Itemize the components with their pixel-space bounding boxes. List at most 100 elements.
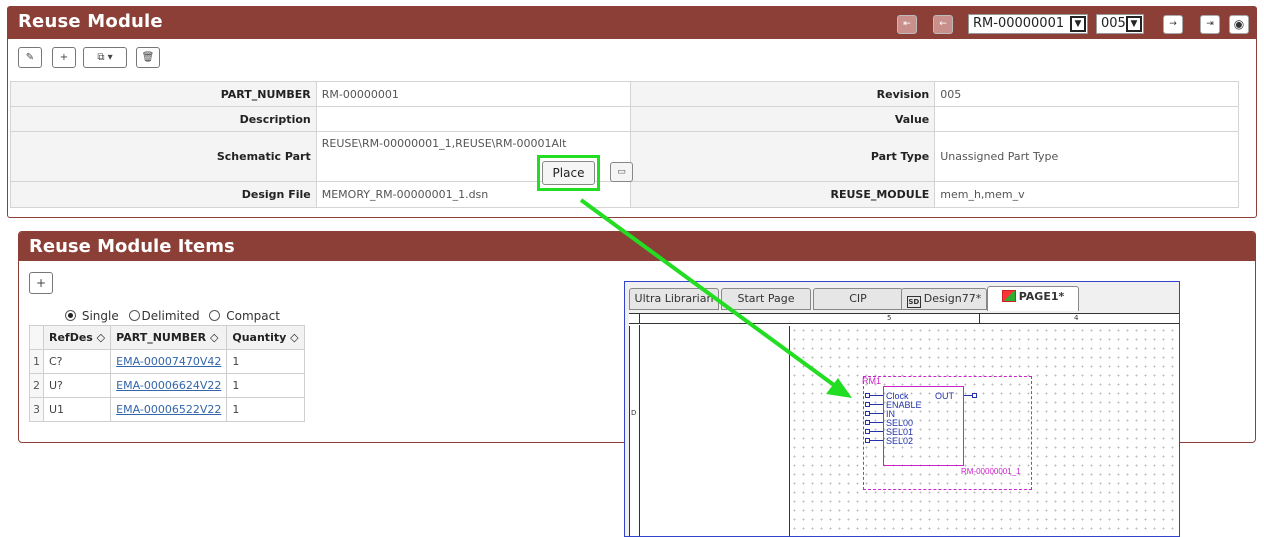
pencil-icon: ✎ xyxy=(25,52,35,63)
image-icon: ▭ xyxy=(617,167,626,177)
revision-select[interactable]: 005 ▼ xyxy=(1096,14,1144,34)
radio-delimited[interactable]: Delimited xyxy=(128,309,200,323)
table-row: Description Value xyxy=(10,106,1239,132)
part-number-select-value: RM-00000001 xyxy=(973,16,1065,31)
part-number-select[interactable]: RM-00000001 ▼ xyxy=(968,14,1088,34)
radio-unchecked-icon xyxy=(209,310,221,321)
ruler-label-4: 4 xyxy=(1074,314,1079,322)
edit-button[interactable]: ✎ xyxy=(18,47,42,68)
schematic-canvas[interactable]: 5 4 D RM1 Clock ENABLE IN SEL00 SEL01 SE… xyxy=(629,313,1179,536)
index-header xyxy=(29,325,44,350)
first-record-button[interactable]: ⇤ xyxy=(897,15,917,34)
revision-label: Revision xyxy=(629,81,936,107)
revision-select-value: 005 xyxy=(1101,16,1126,31)
quantity-cell: 1 xyxy=(226,373,305,398)
refdes-cell: U? xyxy=(42,373,112,398)
part-type-label: Part Type xyxy=(629,131,936,182)
radio-single-label: Single xyxy=(81,309,119,323)
copy-dropdown-button[interactable]: ⧉ ▾ xyxy=(83,47,127,68)
ruler: 5 4 xyxy=(629,314,1179,324)
radio-compact-label: Compact xyxy=(226,309,280,323)
copy-icon: ⧉ ▾ xyxy=(97,52,113,63)
part-number-link[interactable]: EMA-00006522V22 xyxy=(116,403,221,416)
display-mode-radios: Single Delimited Compact xyxy=(65,309,286,323)
tab-design77-label: Design77* xyxy=(923,292,982,305)
radio-delimited-label: Delimited xyxy=(141,309,200,323)
pin-line xyxy=(870,422,883,423)
pin-line xyxy=(964,395,972,396)
page-title: Reuse Module xyxy=(18,11,163,32)
ruler-tick xyxy=(639,314,640,324)
table-row: 1 C? EMA-00007470V42 1 xyxy=(29,349,305,374)
schematic-part-label: Schematic Part xyxy=(10,131,317,182)
design-icon: SD xyxy=(906,296,921,308)
prev-record-button[interactable]: ← xyxy=(933,15,953,34)
part-number-cell: EMA-00007470V42 xyxy=(110,349,228,374)
image-preview-button[interactable]: ▭ xyxy=(610,162,633,182)
items-table: RefDes ◇ PART_NUMBER ◇ Quantity ◇ 1 C? E… xyxy=(29,325,305,422)
next-record-button[interactable]: → xyxy=(1163,15,1183,34)
add-button[interactable]: + xyxy=(52,47,76,68)
part-type-value: Unassigned Part Type xyxy=(934,131,1239,182)
tab-design77[interactable]: SD Design77* xyxy=(901,288,987,310)
table-row: PART_NUMBER RM-00000001 Revision 005 xyxy=(10,81,1239,107)
page-icon xyxy=(1001,290,1016,302)
properties-table: PART_NUMBER RM-00000001 Revision 005 Des… xyxy=(10,81,1239,208)
items-panel-header: Reuse Module Items xyxy=(19,232,1255,261)
reuse-module-label: REUSE_MODULE xyxy=(629,181,936,208)
radio-single[interactable]: Single xyxy=(65,309,119,323)
row-index: 3 xyxy=(29,397,44,422)
refdes-cell: C? xyxy=(42,349,112,374)
part-number-cell: EMA-00006624V22 xyxy=(110,373,228,398)
ruler-label-d: D xyxy=(631,409,637,417)
tab-start-page[interactable]: Start Page xyxy=(721,288,811,310)
part-number-column-header[interactable]: PART_NUMBER ◇ xyxy=(110,325,228,350)
radio-unchecked-icon xyxy=(128,310,140,321)
delete-button[interactable]: 🗑 xyxy=(136,47,160,68)
panel-header: Reuse Module ⇤ ← RM-00000001 ▼ 005 ▼ → ⇥… xyxy=(8,7,1256,39)
tab-ultra-librarian[interactable]: Ultra Librarian xyxy=(629,288,719,310)
quantity-column-header[interactable]: Quantity ◇ xyxy=(226,325,305,350)
reuse-module-value: mem_h,mem_v xyxy=(934,181,1239,208)
part-number-link[interactable]: EMA-00007470V42 xyxy=(116,355,221,368)
design-file-label: Design File xyxy=(10,181,317,208)
description-value xyxy=(315,106,631,132)
revision-value: 005 xyxy=(934,81,1239,107)
part-number-link[interactable]: EMA-00006624V22 xyxy=(116,379,221,392)
add-item-button[interactable]: + xyxy=(29,272,53,294)
pin-label-sel02: SEL02 xyxy=(886,436,914,446)
pin-line xyxy=(870,440,883,441)
pin-icon xyxy=(972,393,977,398)
trash-icon: 🗑 xyxy=(141,52,155,63)
table-row: 3 U1 EMA-00006522V22 1 xyxy=(29,397,305,422)
chevron-down-icon: ▼ xyxy=(1126,16,1142,32)
value-value xyxy=(934,106,1239,132)
table-row: Design File MEMORY_RM-00000001_1.dsn REU… xyxy=(10,181,1239,208)
tab-page1[interactable]: PAGE1* xyxy=(987,286,1079,311)
border-line xyxy=(629,326,630,536)
ruler-tick xyxy=(979,314,980,324)
options-circle-button[interactable]: ◉ xyxy=(1229,15,1249,34)
row-index: 2 xyxy=(29,373,44,398)
schematic-window: Ultra Librarian Start Page CIP SD Design7… xyxy=(624,281,1180,537)
quantity-cell: 1 xyxy=(226,349,305,374)
tab-page1-label: PAGE1* xyxy=(1018,290,1065,303)
pin-line xyxy=(870,395,883,396)
radio-compact[interactable]: Compact xyxy=(209,309,280,323)
part-number-value: RM-00000001 xyxy=(315,81,631,107)
plus-icon: + xyxy=(59,52,69,63)
plus-icon: + xyxy=(35,276,47,290)
tab-cip[interactable]: CIP xyxy=(813,288,903,310)
radio-checked-icon xyxy=(65,310,76,321)
place-button[interactable]: Place xyxy=(542,161,595,185)
pin-line xyxy=(870,404,883,405)
description-label: Description xyxy=(10,106,317,132)
table-row: 2 U? EMA-00006624V22 1 xyxy=(29,373,305,398)
refdes-cell: U1 xyxy=(42,397,112,422)
table-header-row: RefDes ◇ PART_NUMBER ◇ Quantity ◇ xyxy=(29,325,305,350)
pin-line xyxy=(870,431,883,432)
refdes-column-header[interactable]: RefDes ◇ xyxy=(42,325,112,350)
pin-line xyxy=(870,413,883,414)
part-reference: RM1 xyxy=(862,376,882,386)
last-record-button[interactable]: ⇥ xyxy=(1200,15,1220,34)
